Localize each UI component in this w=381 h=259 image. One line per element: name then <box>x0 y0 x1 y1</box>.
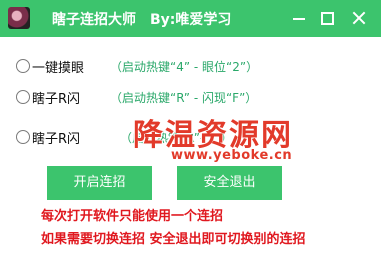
watermark-url: www.yeboke.cn <box>171 148 293 163</box>
option-label-1: 一键摸眼 <box>32 61 85 76</box>
option-label-2: 瞎子R闪 <box>32 92 81 107</box>
title-bar: 瞎子连招大师 By:唯爱学习 <box>0 0 381 37</box>
maximize-icon[interactable] <box>316 8 338 28</box>
safe-exit-button[interactable]: 安全退出 <box>177 166 282 200</box>
minimize-icon[interactable] <box>288 8 310 28</box>
radio-button-2[interactable] <box>16 90 30 104</box>
option-hint-1: （启动热键“4” - 眼位“2”） <box>110 60 259 74</box>
radio-button-3[interactable] <box>16 130 30 144</box>
option-label-3: 瞎子R闪 <box>32 132 81 147</box>
note-line-2: 如果需要切换连招 安全退出即可切换别的连招 <box>41 232 306 247</box>
close-icon[interactable] <box>348 8 370 28</box>
note-line-1: 每次打开软件只能使用一个连招 <box>41 209 224 224</box>
watermark: 降温资源网 www.yeboke.cn <box>133 110 363 172</box>
start-combo-button[interactable]: 开启连招 <box>47 166 152 200</box>
option-hint-2: （启动热键“R” - 闪现“F”） <box>110 91 258 105</box>
app-icon <box>8 7 30 29</box>
radio-button-1[interactable] <box>16 59 30 73</box>
window-title: 瞎子连招大师 By:唯爱学习 <box>52 12 232 28</box>
